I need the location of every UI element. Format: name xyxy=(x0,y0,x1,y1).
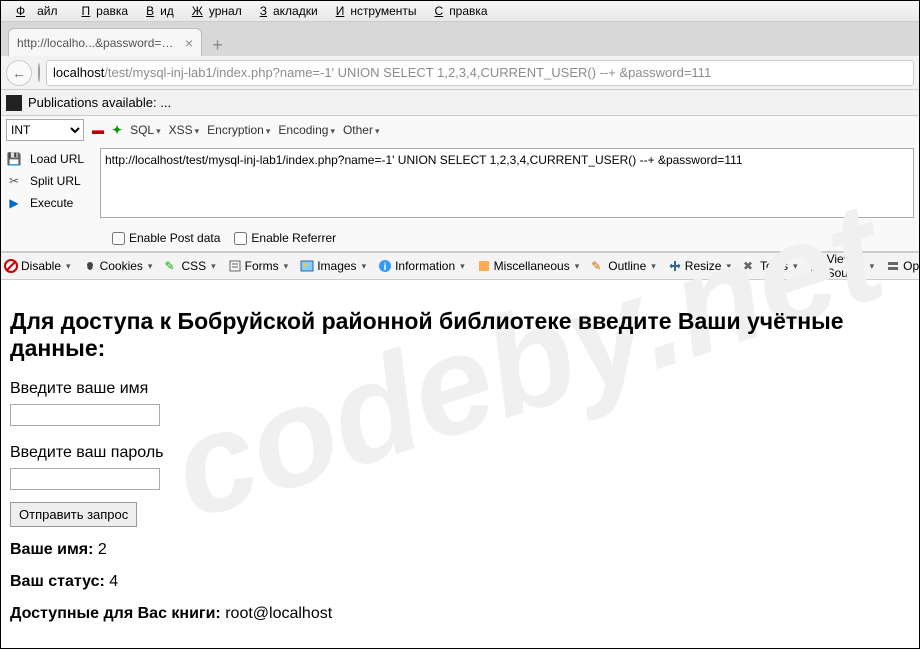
enable-referrer-checkbox[interactable]: Enable Referrer xyxy=(234,231,336,245)
address-path: /test/mysql-inj-lab1/index.php?name=-1' … xyxy=(104,65,711,80)
tools-icon: ✖ xyxy=(743,259,757,273)
wdt-tools[interactable]: ✖Tools xyxy=(743,259,798,273)
disable-icon xyxy=(4,259,18,273)
css-icon: ✎ xyxy=(164,259,178,273)
misc-icon xyxy=(477,259,491,273)
tab-title: http://localho...&password=111 xyxy=(17,36,177,50)
hackbar-encryption-menu[interactable]: Encryption xyxy=(207,123,270,137)
new-tab-button[interactable]: + xyxy=(212,35,223,56)
webdev-toolbar: Disable Cookies ✎CSS Forms Images iInfor… xyxy=(0,252,920,280)
name-input[interactable] xyxy=(10,404,160,426)
tab-close-icon[interactable]: × xyxy=(185,35,193,51)
publications-icon xyxy=(6,95,22,111)
address-bar[interactable]: localhost/test/mysql-inj-lab1/index.php?… xyxy=(46,60,914,86)
svg-text:i: i xyxy=(384,262,387,273)
wdt-css[interactable]: ✎CSS xyxy=(164,259,215,273)
hackbar-execute[interactable]: ▶Execute xyxy=(6,192,94,214)
wdt-information[interactable]: iInformation xyxy=(378,259,465,273)
hackbar: INT ▬ ✦ SQL XSS Encryption Encoding Othe… xyxy=(0,116,920,252)
page-content: Для доступа к Бобруйской районной библио… xyxy=(0,280,920,653)
page-heading: Для доступа к Бобруйской районной библио… xyxy=(10,308,910,362)
wdt-options[interactable]: Options xyxy=(886,259,920,273)
browser-menubar: Файл Правка Вид Журнал Закладки Инструме… xyxy=(0,0,920,22)
password-input[interactable] xyxy=(10,468,160,490)
split-url-icon: ✂ xyxy=(6,173,22,189)
tab-strip: http://localho...&password=111 × + xyxy=(0,22,920,56)
browser-tab[interactable]: http://localho...&password=111 × xyxy=(8,28,202,56)
back-button[interactable]: ← xyxy=(6,60,32,86)
wdt-forms[interactable]: Forms xyxy=(228,259,289,273)
publications-bar: Publications available: ... xyxy=(0,90,920,116)
cookies-icon xyxy=(83,259,97,273)
hackbar-load-url[interactable]: 💾Load URL xyxy=(6,148,94,170)
globe-icon xyxy=(38,64,40,82)
menu-edit[interactable]: Правка xyxy=(76,4,129,18)
wdt-images[interactable]: Images xyxy=(300,259,366,273)
minus-icon[interactable]: ▬ xyxy=(92,123,104,137)
menu-history[interactable]: Журнал xyxy=(186,4,242,18)
hackbar-xss-menu[interactable]: XSS xyxy=(169,123,200,137)
resize-icon xyxy=(668,259,682,273)
publications-label: Publications available: ... xyxy=(28,95,171,110)
info-icon: i xyxy=(378,259,392,273)
wdt-resize[interactable]: Resize xyxy=(668,259,731,273)
images-icon xyxy=(300,259,314,273)
load-url-icon: 💾 xyxy=(6,151,22,167)
address-bar-row: ← localhost/test/mysql-inj-lab1/index.ph… xyxy=(0,56,920,90)
enable-post-checkbox[interactable]: Enable Post data xyxy=(112,231,220,245)
hackbar-sql-menu[interactable]: SQL xyxy=(130,123,161,137)
result-books: Доступные для Вас книги: root@localhost xyxy=(10,605,910,623)
source-icon xyxy=(810,259,824,273)
plus-icon[interactable]: ✦ xyxy=(112,123,122,137)
options-icon xyxy=(886,259,900,273)
wdt-disable[interactable]: Disable xyxy=(4,259,71,273)
menu-file[interactable]: Файл xyxy=(10,4,64,18)
menu-bookmarks[interactable]: Закладки xyxy=(254,4,318,18)
hackbar-encoding-select[interactable]: INT xyxy=(6,119,84,141)
menu-help[interactable]: Справка xyxy=(429,4,488,18)
menu-view[interactable]: Вид xyxy=(140,4,174,18)
wdt-view-source[interactable]: View Source xyxy=(810,252,875,280)
wdt-misc[interactable]: Miscellaneous xyxy=(477,259,580,273)
hackbar-url-input[interactable] xyxy=(100,148,914,218)
outline-icon: ✎ xyxy=(591,259,605,273)
password-label: Введите ваш пароль xyxy=(10,444,910,462)
hackbar-other-menu[interactable]: Other xyxy=(343,123,380,137)
wdt-outline[interactable]: ✎Outline xyxy=(591,259,656,273)
result-status: Ваш статус: 4 xyxy=(10,573,910,591)
address-host: localhost xyxy=(53,65,104,80)
menu-tools[interactable]: Инструменты xyxy=(330,4,417,18)
wdt-cookies[interactable]: Cookies xyxy=(83,259,153,273)
hackbar-split-url[interactable]: ✂Split URL xyxy=(6,170,94,192)
result-name: Ваше имя: 2 xyxy=(10,541,910,559)
hackbar-encoding-menu[interactable]: Encoding xyxy=(278,123,335,137)
forms-icon xyxy=(228,259,242,273)
execute-icon: ▶ xyxy=(6,195,22,211)
submit-button[interactable]: Отправить запрос xyxy=(10,502,137,527)
name-label: Введите ваше имя xyxy=(10,380,910,398)
